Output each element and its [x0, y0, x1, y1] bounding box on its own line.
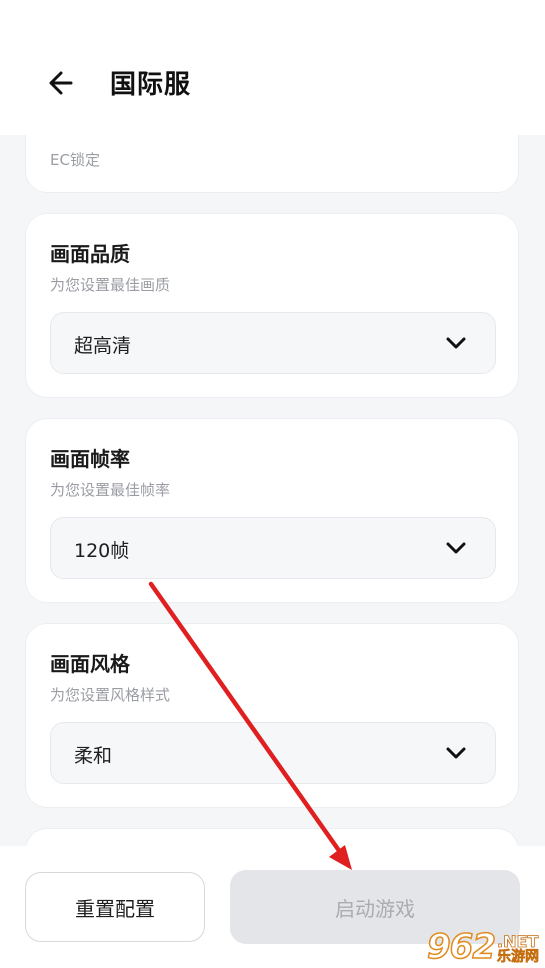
fps-select[interactable]: 120帧 — [50, 517, 496, 579]
reset-config-button[interactable]: 重置配置 — [25, 872, 205, 942]
fps-selected-value: 120帧 — [74, 540, 130, 562]
start-game-button[interactable]: 启动游戏 — [230, 870, 520, 944]
style-desc: 为您设置风格样式 — [50, 686, 171, 704]
style-title: 画面风格 — [50, 652, 130, 676]
app-header: 国际服 — [0, 0, 545, 135]
quality-selected-value: 超高清 — [74, 335, 132, 357]
fps-title: 画面帧率 — [50, 447, 130, 471]
quality-desc: 为您设置最佳画质 — [50, 276, 171, 294]
arrow-left-icon — [49, 71, 73, 95]
chevron-down-icon — [446, 747, 466, 759]
quality-select[interactable]: 超高清 — [50, 312, 496, 374]
quality-card: 画面品质 为您设置最佳画质 超高清 — [25, 213, 519, 398]
ec-lock-desc: EC锁定 — [50, 151, 100, 169]
page-title: 国际服 — [110, 70, 192, 100]
style-selected-value: 柔和 — [74, 745, 113, 767]
style-card: 画面风格 为您设置风格样式 柔和 — [25, 623, 519, 808]
chevron-down-icon — [446, 337, 466, 349]
back-button[interactable] — [44, 66, 78, 100]
bottom-action-bar: 重置配置 启动游戏 — [0, 846, 545, 968]
chevron-down-icon — [446, 542, 466, 554]
quality-title: 画面品质 — [50, 242, 130, 266]
fps-desc: 为您设置最佳帧率 — [50, 481, 171, 499]
fps-card: 画面帧率 为您设置最佳帧率 120帧 — [25, 418, 519, 603]
style-select[interactable]: 柔和 — [50, 722, 496, 784]
